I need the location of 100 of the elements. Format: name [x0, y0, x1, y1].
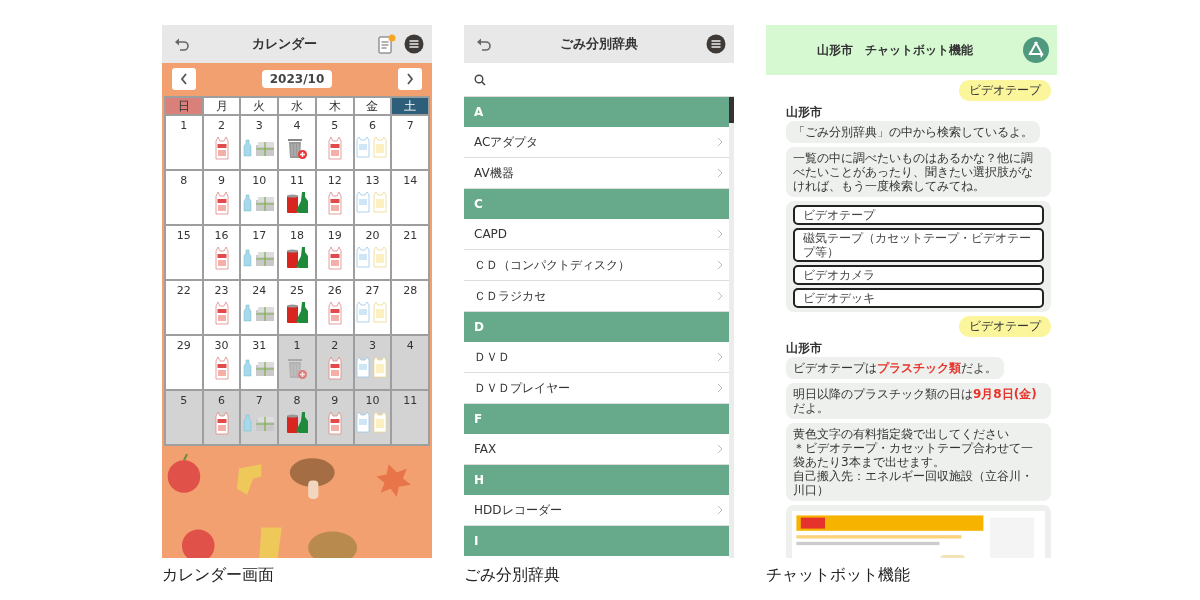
- day-cell[interactable]: 5: [316, 116, 353, 169]
- day-number: 4: [406, 339, 414, 352]
- bottle-and-paper-icon: [242, 136, 277, 158]
- day-number: 22: [176, 284, 191, 297]
- section-header: D: [464, 312, 729, 342]
- day-number: 6: [368, 119, 376, 132]
- can-and-bottle-icon: [285, 411, 309, 435]
- day-cell[interactable]: 9: [203, 171, 240, 224]
- day-cell[interactable]: 1: [166, 116, 202, 169]
- can-and-bottle-icon: [285, 191, 309, 215]
- day-cell[interactable]: 8: [279, 391, 315, 444]
- day-number: 15: [176, 229, 191, 242]
- day-cell[interactable]: 2: [316, 336, 353, 389]
- section-header: C: [464, 189, 729, 219]
- day-number: 17: [252, 229, 267, 242]
- day-number: 19: [327, 229, 342, 242]
- day-cell[interactable]: 16: [203, 226, 240, 279]
- undo-icon[interactable]: [174, 37, 190, 51]
- day-cell[interactable]: 6: [354, 116, 391, 169]
- day-cell[interactable]: 6: [203, 391, 240, 444]
- weekday-header: 日: [166, 98, 202, 114]
- day-cell[interactable]: 22: [166, 281, 202, 334]
- day-cell[interactable]: 29: [166, 336, 202, 389]
- bottle-and-paper-icon: [242, 191, 277, 213]
- day-cell[interactable]: 10: [354, 391, 391, 444]
- chevron-left-icon: [180, 73, 188, 85]
- day-cell[interactable]: 24: [241, 281, 278, 334]
- trash-can-icon: [286, 136, 308, 160]
- search-icon: [474, 73, 486, 86]
- scrollbar[interactable]: [729, 97, 734, 558]
- day-number: 30: [214, 339, 229, 352]
- garbage-bag-icon: [213, 411, 230, 435]
- day-cell[interactable]: 13: [354, 171, 391, 224]
- bottle-and-paper-icon: [242, 301, 277, 323]
- plastic-bags-icon: [355, 191, 390, 213]
- day-number: 2: [218, 119, 226, 132]
- day-cell[interactable]: 8: [166, 171, 202, 224]
- menu-icon[interactable]: [706, 34, 726, 54]
- section-header: H: [464, 465, 729, 495]
- day-cell[interactable]: 10: [241, 171, 278, 224]
- day-cell[interactable]: 12: [316, 171, 353, 224]
- day-number: 4: [293, 119, 301, 132]
- day-cell[interactable]: 1: [279, 336, 315, 389]
- day-cell[interactable]: 17: [241, 226, 278, 279]
- day-number: 11: [403, 394, 418, 407]
- bottle-and-paper-icon: [242, 356, 277, 378]
- day-cell[interactable]: 14: [392, 171, 428, 224]
- day-number: 9: [218, 174, 226, 187]
- day-cell[interactable]: 4: [279, 116, 315, 169]
- weekday-header: 金: [354, 98, 391, 114]
- chevron-icon: [717, 168, 723, 178]
- day-number: 11: [290, 174, 304, 187]
- day-cell[interactable]: 2: [203, 116, 240, 169]
- day-cell[interactable]: 3: [241, 116, 278, 169]
- day-cell[interactable]: 7: [241, 391, 278, 444]
- day-number: 5: [180, 394, 188, 407]
- chevron-icon: [717, 444, 723, 454]
- day-cell[interactable]: 28: [392, 281, 428, 334]
- day-cell[interactable]: 9: [316, 391, 353, 444]
- day-cell[interactable]: 11: [392, 391, 428, 444]
- day-cell[interactable]: 3: [354, 336, 391, 389]
- day-cell[interactable]: 18: [279, 226, 315, 279]
- day-number: 3: [255, 119, 263, 132]
- day-cell[interactable]: 19: [316, 226, 353, 279]
- day-cell[interactable]: 4: [392, 336, 428, 389]
- day-number: 21: [403, 229, 418, 242]
- day-number: 20: [365, 229, 380, 242]
- day-cell[interactable]: 15: [166, 226, 202, 279]
- undo-icon[interactable]: [476, 37, 492, 51]
- garbage-bag-icon: [326, 356, 343, 380]
- choice-button[interactable]: ビデオカメラ: [793, 265, 1044, 285]
- day-cell[interactable]: 20: [354, 226, 391, 279]
- day-cell[interactable]: 27: [354, 281, 391, 334]
- caption: チャットボット機能: [766, 565, 911, 586]
- day-cell[interactable]: 23: [203, 281, 240, 334]
- recycle-icon[interactable]: [1023, 37, 1049, 63]
- day-cell[interactable]: 30: [203, 336, 240, 389]
- day-cell[interactable]: 11: [279, 171, 315, 224]
- day-cell[interactable]: 21: [392, 226, 428, 279]
- day-number: 1: [293, 339, 301, 352]
- day-number: 6: [218, 394, 226, 407]
- garbage-bag-icon: [326, 191, 343, 215]
- choice-button[interactable]: ビデオテープ: [793, 205, 1044, 225]
- previous-month-button[interactable]: [172, 68, 196, 90]
- weekday-header: 土: [392, 98, 428, 114]
- next-month-button[interactable]: [398, 68, 422, 90]
- garbage-bag-icon: [213, 136, 230, 160]
- choice-button[interactable]: ビデオデッキ: [793, 288, 1044, 308]
- section-header: F: [464, 404, 729, 434]
- day-cell[interactable]: 25: [279, 281, 315, 334]
- day-cell[interactable]: 7: [392, 116, 428, 169]
- day-cell[interactable]: 31: [241, 336, 278, 389]
- day-number: 10: [252, 174, 267, 187]
- choice-button[interactable]: 磁気テープ（カセットテープ・ビデオテープ等）: [793, 228, 1044, 262]
- day-cell[interactable]: 5: [166, 391, 202, 444]
- sender-name: 山形市: [786, 341, 823, 355]
- menu-icon[interactable]: [404, 34, 424, 54]
- day-number: 13: [365, 174, 380, 187]
- day-cell[interactable]: 26: [316, 281, 353, 334]
- caption: ごみ分別辞典: [464, 565, 561, 586]
